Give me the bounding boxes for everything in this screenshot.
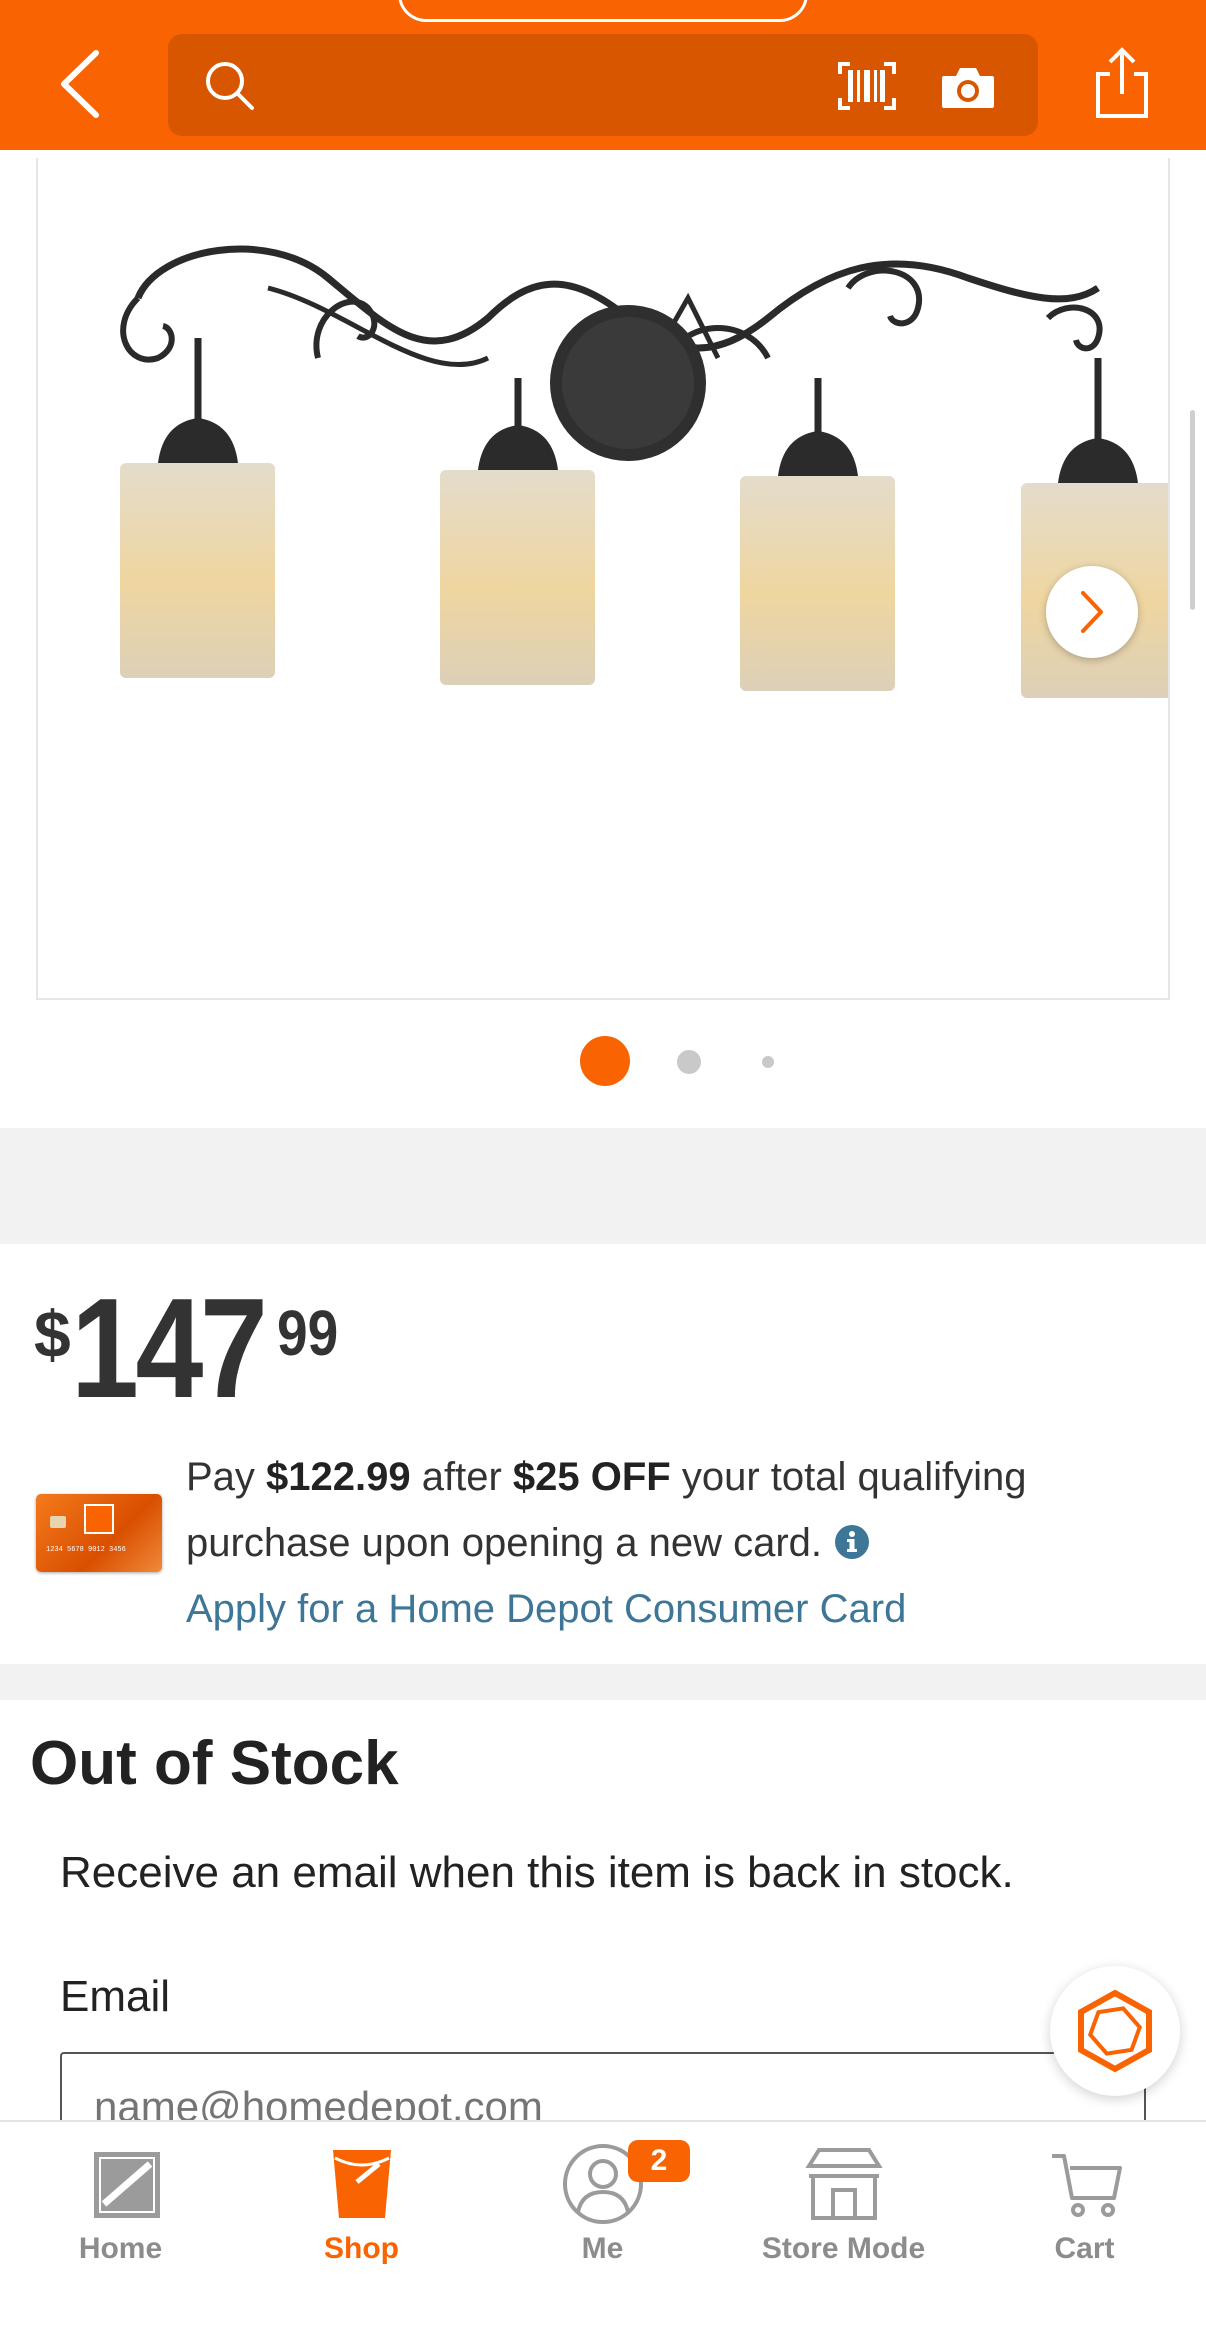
chat-assistant-icon [1078, 1989, 1152, 2073]
promo-pay-amount: $122.99 [266, 1455, 411, 1499]
card-number: 1234 5678 9012 3456 [46, 1546, 126, 1554]
chevron-left-icon [61, 50, 99, 118]
price-cents: 99 [276, 1297, 338, 1369]
camera-icon[interactable] [938, 62, 998, 112]
nav-label: Cart [1054, 2232, 1115, 2265]
nav-item-store-mode[interactable]: Store Mode [723, 2122, 964, 2326]
product-price: $ 147 99 [34, 1266, 348, 1420]
section-divider [0, 1128, 1206, 1244]
price-section: $ 147 99 1234 5678 9012 3456 Pay $122.99… [0, 1244, 1206, 1664]
stock-status-title: Out of Stock [30, 1729, 399, 1798]
chevron-right-icon [1081, 591, 1103, 633]
promo-text: Pay [186, 1455, 267, 1499]
next-image-button[interactable] [1046, 566, 1138, 658]
share-icon[interactable] [1090, 46, 1154, 120]
bucket-icon [332, 2150, 391, 2218]
back-button[interactable] [52, 46, 108, 122]
nav-label: Home [78, 2232, 163, 2265]
price-dollars: 147 [70, 1269, 268, 1428]
barcode-scan-icon[interactable] [836, 60, 898, 112]
nav-label: Shop [324, 2232, 399, 2265]
carousel-dot[interactable] [677, 1050, 701, 1074]
nav-item-home[interactable]: Home [0, 2122, 241, 2326]
cart-icon [1051, 2154, 1122, 2217]
home-depot-logo-icon [84, 1504, 114, 1534]
info-icon[interactable] [834, 1524, 870, 1560]
product-image [120, 245, 1168, 698]
carousel-dot-active[interactable] [580, 1036, 630, 1086]
promo-text: after [410, 1455, 513, 1499]
card-chip-icon [50, 1516, 66, 1528]
email-label: Email [60, 1972, 171, 2021]
camera-notch [398, 0, 808, 22]
apply-card-link[interactable]: Apply for a Home Depot Consumer Card [186, 1587, 906, 1631]
product-gallery [0, 150, 1206, 1128]
search-icon [206, 62, 254, 110]
price-currency: $ [34, 1297, 71, 1371]
notification-badge: 2 [628, 2140, 690, 2182]
nav-label: Store Mode [761, 2232, 926, 2265]
store-icon [804, 2148, 883, 2220]
product-image-frame[interactable] [36, 158, 1170, 1000]
home-depot-logo-icon [93, 2152, 160, 2218]
card-promo: Pay $122.99 after $25 OFF your total qua… [186, 1444, 1146, 1642]
search-input[interactable] [168, 34, 1038, 136]
carousel-dot[interactable] [762, 1056, 774, 1068]
top-bar [0, 0, 1206, 150]
nav-item-cart[interactable]: Cart [964, 2122, 1205, 2326]
stock-section: Out of Stock Receive an email when this … [0, 1700, 1206, 2162]
nav-label: Me [581, 2232, 624, 2265]
section-divider [0, 1664, 1206, 1700]
consumer-card-image: 1234 5678 9012 3456 [36, 1494, 162, 1572]
bottom-navigation: Home Shop Me 2 Store Mode Cart [0, 2120, 1206, 2326]
scroll-indicator [1190, 410, 1195, 610]
stock-description: Receive an email when this item is back … [60, 1848, 1014, 1897]
promo-discount: $25 OFF [512, 1455, 671, 1499]
nav-item-shop[interactable]: Shop [241, 2122, 482, 2326]
chat-button[interactable] [1050, 1966, 1180, 2096]
